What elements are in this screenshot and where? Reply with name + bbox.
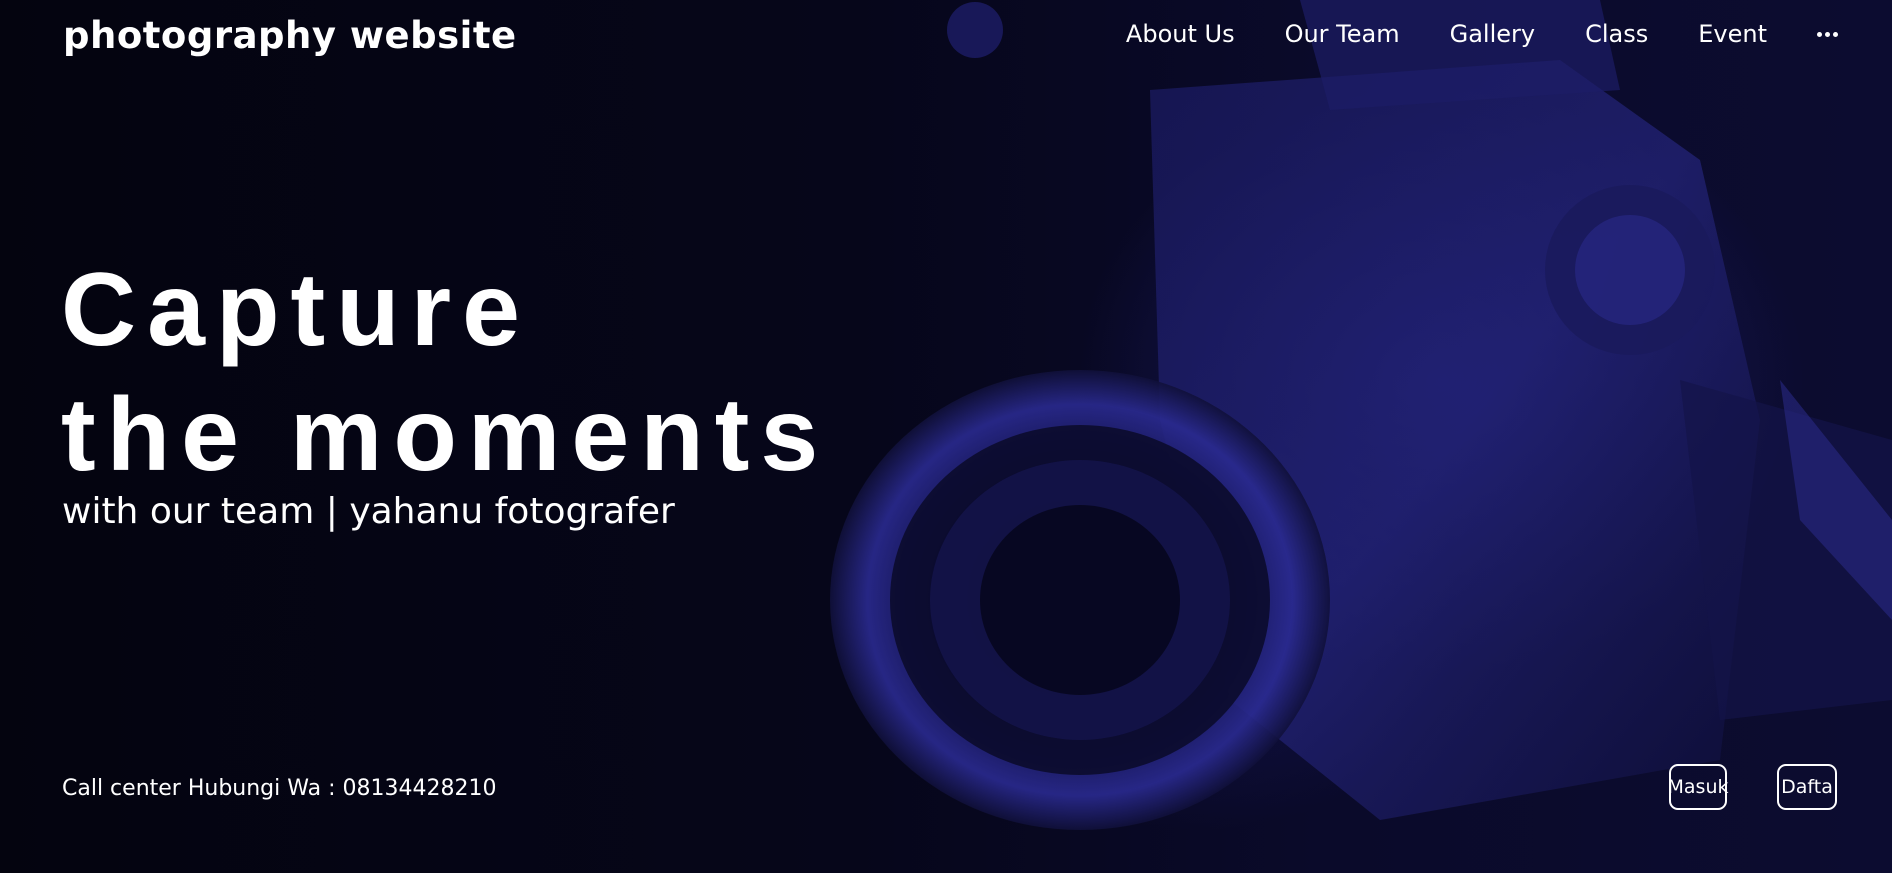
more-dot: [1833, 31, 1838, 37]
main-nav: About Us Our Team Gallery Class Event: [1076, 20, 1838, 48]
nav-item-about-us[interactable]: About Us: [1126, 20, 1235, 48]
headline-line-2: the moments: [61, 377, 830, 493]
nav-item-class[interactable]: Class: [1585, 20, 1648, 48]
nav-item-event[interactable]: Event: [1698, 20, 1767, 48]
login-button[interactable]: Masuk: [1668, 764, 1729, 810]
more-dot: [1825, 31, 1830, 37]
top-header: photography website About Us Our Team Ga…: [0, 0, 1892, 76]
hero-subtitle: with our team | yahanu fotografer: [62, 491, 675, 532]
more-horizontal-icon[interactable]: [1817, 20, 1838, 48]
nav-item-our-team[interactable]: Our Team: [1285, 20, 1400, 48]
hero-section: photography website About Us Our Team Ga…: [0, 0, 1892, 873]
auth-buttons: Masuk Dafta: [1668, 764, 1837, 810]
more-dot: [1817, 31, 1822, 37]
site-title[interactable]: photography website: [63, 14, 517, 57]
call-center-text: Call center Hubungi Wa : 08134428210: [62, 776, 497, 801]
headline-line-1: Capture: [61, 252, 531, 368]
hero-headline: Capture the moments: [61, 248, 829, 498]
register-button[interactable]: Dafta: [1777, 764, 1837, 810]
nav-item-gallery[interactable]: Gallery: [1450, 20, 1535, 48]
